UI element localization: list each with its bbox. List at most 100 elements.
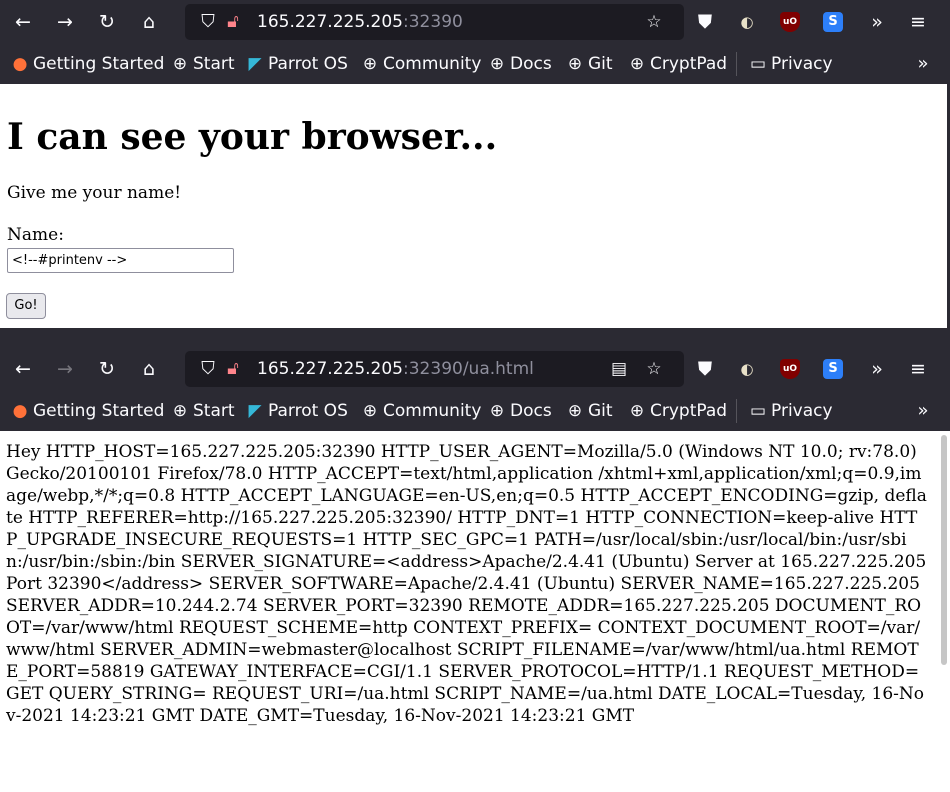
shield-icon[interactable]: ⛉ (195, 354, 221, 384)
bookmarks-toolbar: ● Getting Started ⊕ Start ◤ Parrot OS ⊕ Comm… (0, 391, 950, 431)
arrow-left-icon[interactable]: ← (8, 354, 38, 384)
bookmark-label: Git (588, 401, 613, 421)
navigation-toolbar: ← → ↻ ⌂ ⛉ 🔓︎ 165.227.225.205:32390/ua.ht… (0, 347, 950, 391)
bookmark-parrot-os[interactable]: ◤ Parrot OS (245, 44, 348, 84)
bookmark-privacy[interactable]: ▭ Privacy (748, 391, 833, 431)
url-host: 165.227.225.205 (257, 359, 404, 379)
bookmark-label: Privacy (771, 54, 833, 74)
url-path: :32390 (403, 12, 463, 32)
arrow-left-icon[interactable]: ← (8, 7, 38, 37)
pocket-icon[interactable]: ⛊ (690, 354, 720, 384)
home-icon[interactable]: ⌂ (134, 7, 164, 37)
environment-output: Hey HTTP_HOST=165.227.225.205:32390 HTTP… (6, 442, 927, 726)
reader-view-icon[interactable]: ▤ (605, 354, 633, 384)
chevron-double-right-icon[interactable]: » (908, 391, 938, 431)
chevron-double-right-icon[interactable]: » (862, 354, 892, 384)
bookmark-getting-started[interactable]: ● Getting Started (10, 391, 165, 431)
navigation-toolbar: ← → ↻ ⌂ ⛉ 🔓︎ 165.227.225.205:32390 ☆ ⛊ ◐… (0, 0, 950, 44)
mask-extension-icon[interactable]: ◐ (737, 12, 757, 32)
bookmark-label: Docs (510, 54, 552, 74)
firefox-icon: ● (12, 401, 28, 421)
star-icon[interactable]: ☆ (640, 354, 668, 384)
s-extension-icon[interactable]: S (823, 12, 843, 32)
arrow-right-icon: → (57, 358, 73, 380)
bookmark-community[interactable]: ⊕ Community (360, 44, 482, 84)
url-bar[interactable]: ⛉ 🔓︎ 165.227.225.205:32390 ☆ (185, 4, 684, 40)
bookmark-label: Privacy (771, 401, 833, 421)
bookmark-separator (736, 52, 737, 76)
url-text[interactable]: 165.227.225.205:32390 (257, 12, 463, 32)
url-path: :32390/ua.html (403, 359, 534, 379)
bookmark-getting-started[interactable]: ● Getting Started (10, 44, 165, 84)
folder-icon: ▭ (749, 54, 767, 74)
globe-icon: ⊕ (489, 401, 505, 421)
bookmark-cryptpad[interactable]: ⊕ CryptPad (627, 391, 727, 431)
parrot-icon: ◤ (248, 401, 262, 421)
mask-extension-icon[interactable]: ◐ (737, 359, 757, 379)
bookmark-git[interactable]: ⊕ Git (565, 44, 613, 84)
name-label: Name: (7, 225, 64, 245)
bookmark-cryptpad[interactable]: ⊕ CryptPad (627, 44, 727, 84)
bookmark-label: CryptPad (650, 54, 728, 74)
arrow-right-icon[interactable]: → (50, 7, 80, 37)
lock-icon[interactable]: 🔓︎ (221, 7, 245, 37)
bookmark-label: Start (193, 54, 235, 74)
browser-window-result: ← → ↻ ⌂ ⛉ 🔓︎ 165.227.225.205:32390/ua.ht… (0, 347, 950, 792)
page-subtitle: Give me your name! (7, 183, 182, 203)
page-title: I can see your browser... (7, 116, 498, 158)
url-host: 165.227.225.205 (257, 12, 404, 32)
parrot-icon: ◤ (248, 54, 262, 74)
ublock-icon[interactable]: uO (780, 359, 800, 379)
bookmark-label: Getting Started (33, 54, 165, 74)
bookmark-label: Docs (510, 401, 552, 421)
bookmark-docs[interactable]: ⊕ Docs (487, 391, 552, 431)
bookmark-start[interactable]: ⊕ Start (170, 391, 235, 431)
globe-icon: ⊕ (629, 401, 645, 421)
url-text[interactable]: 165.227.225.205:32390/ua.html (257, 359, 534, 379)
vertical-scrollbar[interactable] (938, 431, 950, 792)
bookmark-label: Getting Started (33, 401, 165, 421)
hamburger-menu-icon[interactable]: ≡ (903, 354, 933, 384)
bookmark-parrot-os[interactable]: ◤ Parrot OS (245, 391, 348, 431)
chevron-double-right-icon[interactable]: » (862, 7, 892, 37)
firefox-icon: ● (12, 54, 28, 74)
lock-icon[interactable]: 🔓︎ (221, 354, 245, 384)
reload-icon[interactable]: ↻ (92, 7, 122, 37)
ublock-icon[interactable]: uO (780, 12, 800, 32)
bookmark-label: Parrot OS (268, 401, 348, 421)
bookmark-label: Git (588, 54, 613, 74)
globe-icon: ⊕ (172, 401, 188, 421)
url-bar[interactable]: ⛉ 🔓︎ 165.227.225.205:32390/ua.html ▤ ☆ (185, 351, 684, 387)
bookmark-community[interactable]: ⊕ Community (360, 391, 482, 431)
shield-icon[interactable]: ⛉ (195, 7, 221, 37)
s-extension-icon[interactable]: S (823, 359, 843, 379)
globe-icon: ⊕ (489, 54, 505, 74)
globe-icon: ⊕ (362, 401, 378, 421)
bookmark-start[interactable]: ⊕ Start (170, 44, 235, 84)
hamburger-menu-icon[interactable]: ≡ (903, 7, 933, 37)
chevron-double-right-icon[interactable]: » (908, 44, 938, 84)
globe-icon: ⊕ (567, 54, 583, 74)
page-content: I can see your browser... Give me your n… (0, 84, 947, 328)
bookmark-privacy[interactable]: ▭ Privacy (748, 44, 833, 84)
bookmark-label: Community (383, 54, 482, 74)
bookmark-label: CryptPad (650, 401, 728, 421)
bookmark-docs[interactable]: ⊕ Docs (487, 44, 552, 84)
bookmark-label: Community (383, 401, 482, 421)
pocket-icon[interactable]: ⛊ (690, 7, 720, 37)
globe-icon: ⊕ (172, 54, 188, 74)
globe-icon: ⊕ (362, 54, 378, 74)
home-icon[interactable]: ⌂ (134, 354, 164, 384)
bookmarks-toolbar: ● Getting Started ⊕ Start ◤ Parrot OS ⊕ Comm… (0, 44, 950, 84)
globe-icon: ⊕ (629, 54, 645, 74)
reload-icon[interactable]: ↻ (92, 354, 122, 384)
folder-icon: ▭ (749, 401, 767, 421)
bookmark-git[interactable]: ⊕ Git (565, 391, 613, 431)
page-content: Hey HTTP_HOST=165.227.225.205:32390 HTTP… (0, 431, 947, 792)
bookmark-label: Parrot OS (268, 54, 348, 74)
go-button[interactable]: Go! (6, 293, 46, 319)
scrollbar-thumb[interactable] (941, 435, 947, 665)
name-input[interactable]: <!--#printenv --> (7, 248, 234, 273)
bookmark-separator (736, 399, 737, 423)
star-icon[interactable]: ☆ (640, 7, 668, 37)
